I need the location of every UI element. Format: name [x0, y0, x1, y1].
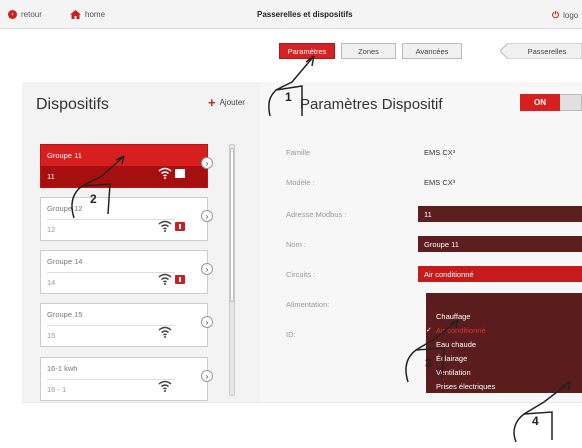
add-label: Ajouter	[219, 98, 245, 107]
field-value-famille: EMS CX³	[424, 148, 456, 157]
back-link[interactable]: ‹ retour	[8, 10, 42, 19]
pointer-arrow-icon	[71, 155, 125, 219]
chevron-right-icon[interactable]: ›	[201, 157, 213, 169]
add-device-button[interactable]: + Ajouter	[208, 94, 245, 110]
device-code: 15	[47, 331, 56, 340]
tab-avancees[interactable]: Avancées	[402, 43, 462, 59]
nom-input[interactable]: Groupe 11	[418, 236, 582, 252]
divider	[22, 402, 582, 403]
back-arrow-icon: ‹	[8, 10, 17, 19]
callout-number: 4	[532, 414, 539, 428]
field-value-modele: EMS CX³	[424, 178, 456, 187]
field-label-alimentation: Alimentation:	[286, 300, 330, 309]
adresse-modbus-input[interactable]: 11	[418, 206, 582, 222]
battery-icon	[175, 169, 185, 178]
pointer-arrow-icon	[405, 319, 459, 383]
device-code: 12	[47, 225, 56, 234]
wifi-icon	[158, 220, 172, 232]
device-card[interactable]: Groupe 15 15	[40, 303, 208, 347]
chevron-right-icon[interactable]: ›	[201, 210, 213, 222]
callout-number: 2	[90, 192, 97, 206]
device-code: 16 - 1	[47, 385, 67, 394]
devices-title: Dispositifs	[36, 96, 109, 113]
field-label-adresse: Adresse Modbus :	[286, 210, 347, 219]
circuits-select[interactable]: Air conditionné	[418, 266, 582, 282]
devices-panel	[22, 82, 260, 402]
chevron-right-icon[interactable]: ›	[201, 370, 213, 382]
battery-icon	[175, 222, 185, 231]
pointer-arrow-icon	[268, 55, 315, 117]
wifi-icon	[158, 326, 172, 338]
field-label-modele: Modèle :	[286, 178, 315, 187]
device-card[interactable]: Groupe 14 14	[40, 250, 208, 294]
wifi-icon	[158, 167, 172, 179]
field-label-circuits: Circuits :	[286, 270, 316, 279]
device-card[interactable]: 16-1 kwh 16 - 1	[40, 357, 208, 401]
field-label-nom: Nom :	[286, 240, 307, 249]
callout-number: 1	[285, 90, 292, 104]
battery-icon	[175, 275, 185, 284]
page-title: Passerelles et dispositifs	[257, 10, 353, 19]
plus-icon: +	[208, 94, 216, 110]
back-label: retour	[21, 10, 42, 19]
device-name: Groupe 14	[47, 257, 83, 266]
scrollbar-thumb[interactable]	[230, 148, 234, 302]
chevron-right-icon[interactable]: ›	[201, 316, 213, 328]
tab-passerelles[interactable]: Passerelles	[512, 43, 582, 59]
device-code: 14	[47, 278, 56, 287]
device-name: Groupe 15	[47, 310, 83, 319]
logout-label: logo	[563, 11, 579, 20]
chevron-right-icon[interactable]: ›	[201, 263, 213, 275]
wifi-icon	[158, 273, 172, 285]
field-label-id: ID:	[286, 330, 296, 339]
pointer-arrow-icon	[513, 381, 571, 443]
power-icon: ⏻	[552, 10, 560, 20]
home-label: home	[85, 10, 106, 19]
device-code: 11	[47, 172, 55, 181]
device-name: 16-1 kwh	[47, 364, 78, 373]
tab-zones[interactable]: Zones	[341, 43, 396, 59]
home-icon	[70, 10, 81, 19]
toggle-on-label: ON	[520, 94, 560, 111]
field-label-famille: Famille	[286, 148, 311, 157]
home-link[interactable]: home	[70, 10, 105, 19]
callout-number: 3	[425, 356, 432, 370]
logout-link[interactable]: ⏻ logo	[552, 10, 578, 21]
wifi-icon	[158, 380, 172, 392]
